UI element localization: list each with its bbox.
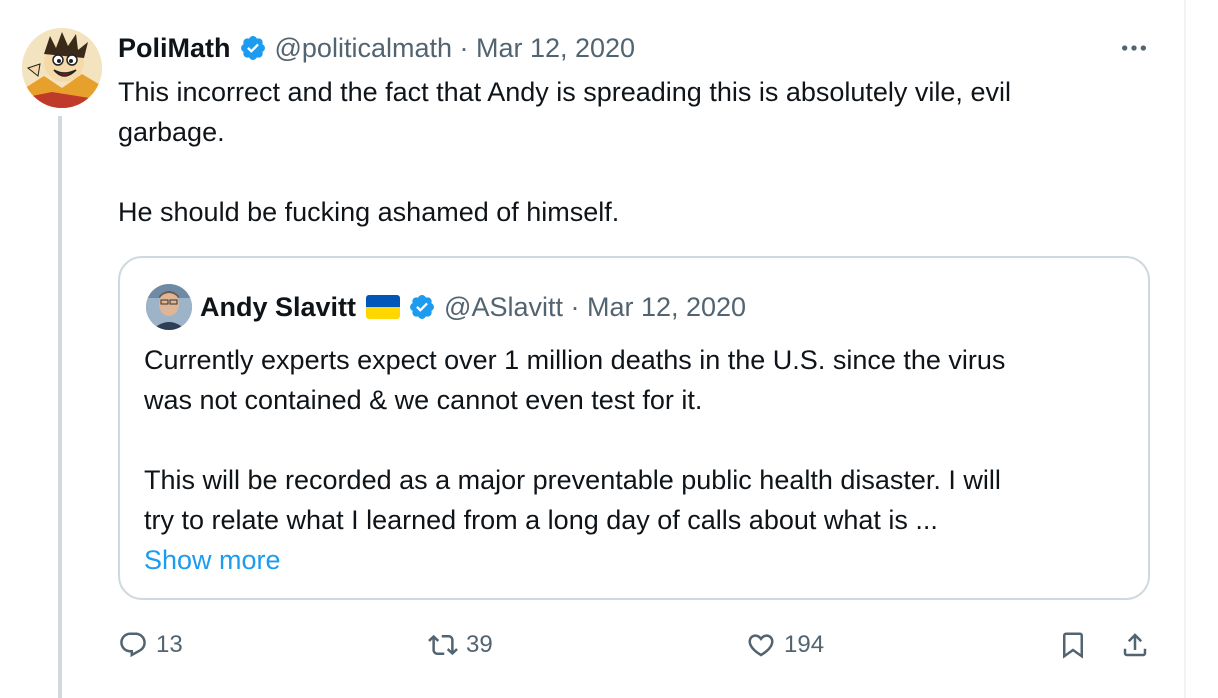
ukraine-flag-icon — [366, 295, 401, 319]
quote-tweet-card[interactable]: Andy Slavitt @ASlavitt · Mar 12, 2020 Cu… — [118, 256, 1150, 600]
quote-header: Andy Slavitt @ASlavitt · Mar 12, 2020 — [200, 286, 746, 328]
verified-badge-icon — [240, 36, 265, 60]
quote-text: Currently experts expect over 1 million … — [144, 345, 1006, 535]
retweet-icon — [428, 634, 458, 656]
reply-button[interactable]: 13 — [118, 630, 183, 660]
like-button[interactable]: 194 — [746, 630, 824, 660]
avatar-image — [22, 28, 102, 108]
bookmark-button[interactable] — [1058, 630, 1096, 660]
quote-avatar-image — [146, 284, 192, 330]
verified-badge-icon — [410, 295, 434, 319]
quote-author-avatar[interactable] — [146, 284, 192, 330]
retweet-count: 39 — [466, 631, 493, 658]
bookmark-icon — [1063, 632, 1083, 659]
tweet-text: This incorrect and the fact that Andy is… — [118, 77, 1011, 227]
show-more-link[interactable]: Show more — [144, 540, 281, 580]
author-avatar[interactable] — [22, 28, 102, 108]
reply-count: 13 — [156, 631, 183, 658]
author-name[interactable]: PoliMath — [118, 33, 231, 64]
reply-icon — [120, 632, 146, 658]
action-bar: 13 39 194 — [0, 630, 1218, 670]
more-icon[interactable] — [1118, 32, 1150, 64]
tweet-header: PoliMath @politicalmath · Mar 12, 2020 — [118, 28, 635, 68]
author-handle-date[interactable]: @politicalmath · Mar 12, 2020 — [275, 33, 636, 64]
thread-line — [58, 116, 62, 698]
like-count: 194 — [784, 631, 825, 658]
quote-author-name[interactable]: Andy Slavitt — [200, 292, 356, 323]
share-icon — [1123, 633, 1147, 657]
retweet-button[interactable]: 39 — [428, 630, 493, 660]
quote-handle-date[interactable]: @ASlavitt · Mar 12, 2020 — [444, 292, 746, 323]
column-border — [1184, 0, 1186, 698]
share-button[interactable] — [1120, 630, 1158, 660]
like-icon — [748, 634, 774, 657]
